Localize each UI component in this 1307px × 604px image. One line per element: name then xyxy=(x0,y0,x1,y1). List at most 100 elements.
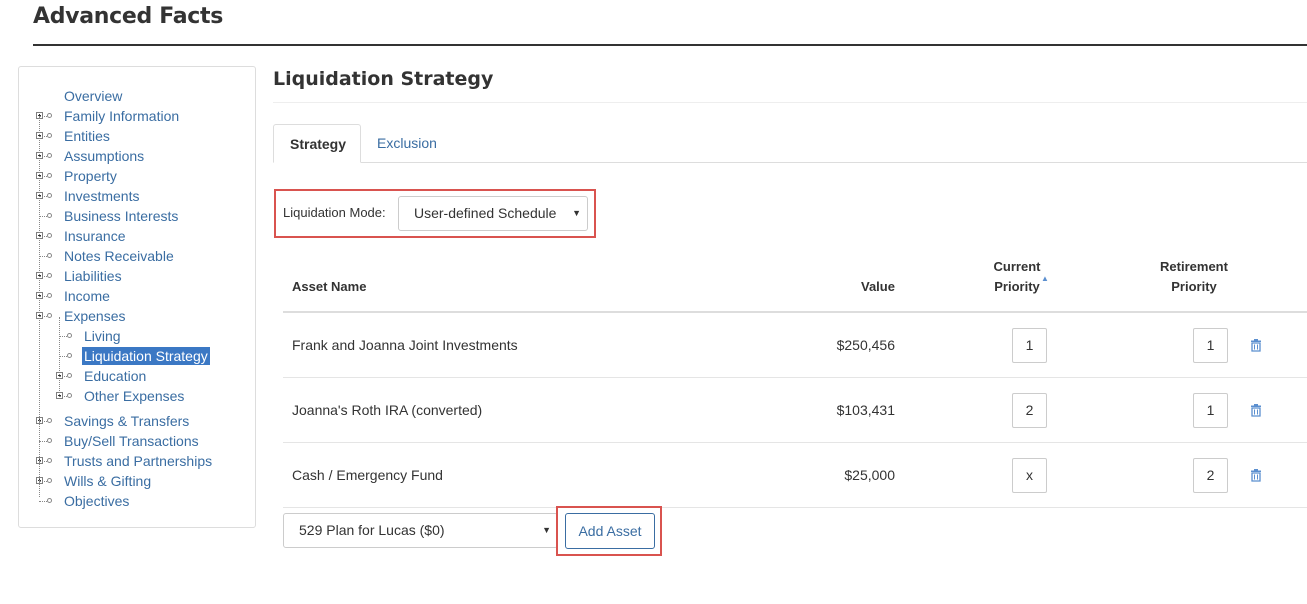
sidebar-item-liabilities[interactable]: Liabilities xyxy=(19,266,255,286)
current-priority-input[interactable]: 1 xyxy=(1012,328,1047,363)
sidebar-item-label: Living xyxy=(84,328,121,344)
sort-ascending-icon[interactable]: ▲ xyxy=(1041,274,1049,283)
tree-connector xyxy=(39,421,47,422)
add-asset-select[interactable]: 529 Plan for Lucas ($0) ▼ xyxy=(283,513,558,548)
sidebar-item-buy-sell-transactions[interactable]: Buy/Sell Transactions xyxy=(19,431,255,451)
sidebar-item-label: Business Interests xyxy=(64,208,179,224)
tree-node-icon xyxy=(47,273,52,278)
tree-node-icon xyxy=(47,133,52,138)
liquidation-mode-value: User-defined Schedule xyxy=(414,205,557,221)
sidebar-item-education[interactable]: Education xyxy=(19,366,255,386)
tab-strategy[interactable]: Strategy xyxy=(273,124,361,163)
sidebar-item-label: Insurance xyxy=(64,228,126,244)
asset-value-cell: $25,000 xyxy=(844,467,895,483)
sidebar-item-business-interests[interactable]: Business Interests xyxy=(19,206,255,226)
column-header-retirement-priority: Retirement Priority xyxy=(1146,257,1242,297)
tree-node-icon xyxy=(47,293,52,298)
table-row-divider xyxy=(283,442,1307,443)
tree-node-icon xyxy=(47,498,52,503)
tree-connector xyxy=(39,276,47,277)
trash-icon[interactable] xyxy=(1250,339,1262,352)
liquidation-mode-select[interactable]: User-defined Schedule ▼ xyxy=(398,196,588,231)
page-title: Advanced Facts xyxy=(33,4,224,29)
tree-connector xyxy=(59,396,67,397)
asset-name-cell: Cash / Emergency Fund xyxy=(292,467,443,483)
tree-connector xyxy=(39,196,47,197)
sidebar-item-label: Objectives xyxy=(64,493,130,509)
tree-connector xyxy=(39,216,47,217)
column-header-asset-name: Asset Name xyxy=(292,279,367,294)
sidebar-item-family-information[interactable]: Family Information xyxy=(19,106,255,126)
tab-exclusion[interactable]: Exclusion xyxy=(361,124,453,163)
trash-icon[interactable] xyxy=(1250,469,1262,482)
add-asset-button[interactable]: Add Asset xyxy=(565,513,655,549)
column-header-current-priority[interactable]: Current Priority xyxy=(970,257,1064,297)
tree-node-icon xyxy=(47,193,52,198)
tree-node-icon xyxy=(67,393,72,398)
sidebar-item-label: Wills & Gifting xyxy=(64,473,152,489)
sidebar-item-savings-transfers[interactable]: Savings & Transfers xyxy=(19,411,255,431)
tree-node-icon xyxy=(67,373,72,378)
tree-connector xyxy=(39,296,47,297)
tree-node-icon xyxy=(47,173,52,178)
sidebar-item-label: Liabilities xyxy=(64,268,122,284)
sidebar-item-label: Income xyxy=(64,288,110,304)
tree-connector xyxy=(39,316,47,317)
tree-connector xyxy=(39,156,47,157)
sidebar-item-label: Investments xyxy=(64,188,140,204)
table-row-divider xyxy=(283,377,1307,378)
retirement-priority-input[interactable]: 1 xyxy=(1193,393,1228,428)
sidebar-item-label: Education xyxy=(84,368,147,384)
sidebar-item-assumptions[interactable]: Assumptions xyxy=(19,146,255,166)
sidebar-item-label: Entities xyxy=(64,128,110,144)
current-priority-input[interactable]: x xyxy=(1012,458,1047,493)
retirement-priority-input[interactable]: 1 xyxy=(1193,328,1228,363)
tree-connector xyxy=(59,356,67,357)
asset-value-cell: $103,431 xyxy=(836,402,895,418)
tree-connector xyxy=(39,236,47,237)
tree-connector xyxy=(39,136,47,137)
tree-node-icon xyxy=(47,438,52,443)
add-asset-select-value: 529 Plan for Lucas ($0) xyxy=(299,522,445,538)
sidebar-item-property[interactable]: Property xyxy=(19,166,255,186)
tree-node-icon xyxy=(47,313,52,318)
sidebar-item-liquidation-strategy[interactable]: Liquidation Strategy xyxy=(19,346,255,366)
sidebar-item-income[interactable]: Income xyxy=(19,286,255,306)
table-header-divider xyxy=(283,311,1307,313)
sidebar-item-objectives[interactable]: Objectives xyxy=(19,491,255,511)
sidebar-item-wills-gifting[interactable]: Wills & Gifting xyxy=(19,471,255,491)
sidebar-item-label: Property xyxy=(64,168,117,184)
tree-connector xyxy=(39,441,47,442)
tree-connector xyxy=(59,376,67,377)
retirement-priority-input[interactable]: 2 xyxy=(1193,458,1228,493)
tree-node-icon xyxy=(47,113,52,118)
sidebar-item-investments[interactable]: Investments xyxy=(19,186,255,206)
sidebar-item-expenses[interactable]: Expenses xyxy=(19,306,255,326)
chevron-down-icon: ▼ xyxy=(572,208,581,218)
tree-guide-line xyxy=(59,317,60,397)
column-header-current-line1: Current xyxy=(993,259,1041,274)
sidebar-item-other-expenses[interactable]: Other Expenses xyxy=(19,386,255,406)
asset-name-cell: Frank and Joanna Joint Investments xyxy=(292,337,518,353)
current-priority-input[interactable]: 2 xyxy=(1012,393,1047,428)
asset-name-cell: Joanna's Roth IRA (converted) xyxy=(292,402,483,418)
sidebar-item-label: Expenses xyxy=(64,308,126,324)
tree-connector xyxy=(39,501,47,502)
trash-icon[interactable] xyxy=(1250,404,1262,417)
tree-node-icon xyxy=(47,213,52,218)
tree-connector xyxy=(39,256,47,257)
column-header-current-line2: Priority xyxy=(994,279,1040,294)
sidebar-nav: Overview Family Information Entities Assump… xyxy=(18,66,256,528)
liquidation-mode-label: Liquidation Mode: xyxy=(283,205,386,220)
sidebar-item-label: Overview xyxy=(64,88,123,104)
sidebar-item-living[interactable]: Living xyxy=(19,326,255,346)
sidebar-item-entities[interactable]: Entities xyxy=(19,126,255,146)
tree-node-icon xyxy=(67,353,72,358)
sidebar-item-overview[interactable]: Overview xyxy=(19,86,255,106)
sidebar-item-notes-receivable[interactable]: Notes Receivable xyxy=(19,246,255,266)
sidebar-item-insurance[interactable]: Insurance xyxy=(19,226,255,246)
tree-node-icon xyxy=(47,418,52,423)
tree-node-icon xyxy=(67,333,72,338)
sidebar-item-label: Savings & Transfers xyxy=(64,413,190,429)
sidebar-item-trusts-and-partnerships[interactable]: Trusts and Partnerships xyxy=(19,451,255,471)
